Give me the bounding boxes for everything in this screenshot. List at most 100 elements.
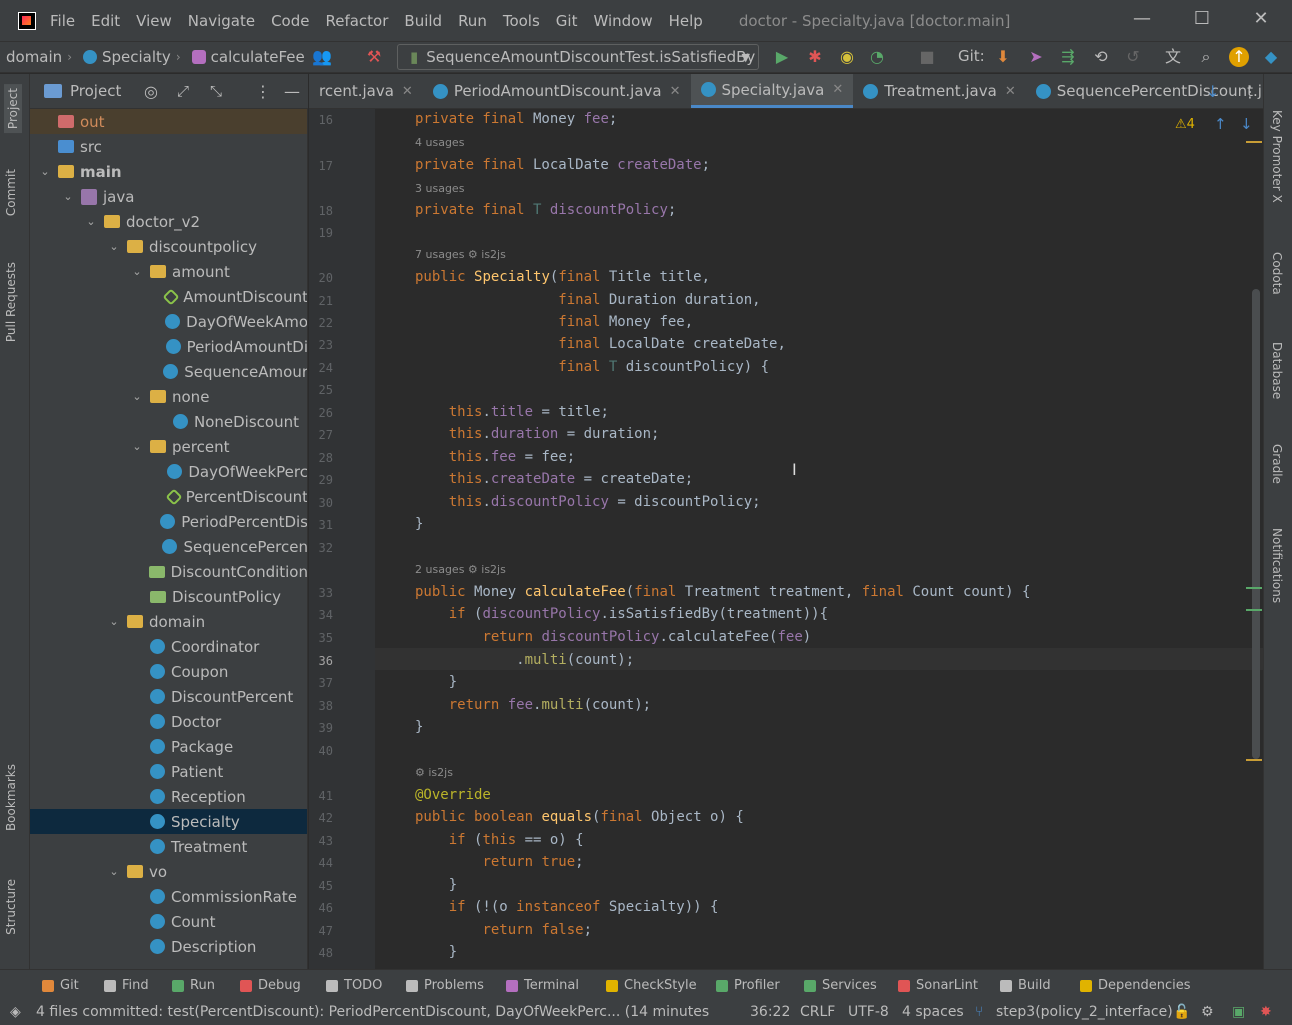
warning-indicator[interactable]: ⚠4 — [1175, 117, 1195, 132]
toolwindow-todo[interactable]: TODO — [326, 978, 382, 993]
tree-item-nonediscount[interactable]: NoneDiscount — [30, 409, 307, 434]
target-icon[interactable]: ◎ — [144, 82, 158, 101]
rollback-icon[interactable]: ↺ — [1123, 47, 1143, 67]
structure-tool-tab[interactable]: Structure — [4, 879, 18, 935]
translate-icon[interactable]: 文 — [1163, 47, 1183, 67]
toolwindow-find[interactable]: Find — [104, 978, 149, 993]
line-separator[interactable]: CRLF — [800, 1004, 835, 1020]
debug-icon[interactable]: ✱ — [805, 47, 825, 67]
tree-item-count[interactable]: Count — [30, 909, 307, 934]
settings-icon[interactable]: ⚙ — [1201, 1004, 1214, 1020]
editor-tab-periodamountdiscount-java[interactable]: PeriodAmountDiscount.java ✕ — [423, 74, 691, 108]
search-icon[interactable]: ⌕ — [1196, 47, 1216, 67]
menu-window[interactable]: Window — [593, 12, 652, 30]
tree-item-description[interactable]: Description — [30, 934, 307, 959]
tree-item-patient[interactable]: Patient — [30, 759, 307, 784]
collapse-all-icon[interactable]: ⤡ — [210, 82, 222, 100]
expand-all-icon[interactable]: ⤢ — [177, 82, 189, 100]
tree-item-commissionrate[interactable]: CommissionRate — [30, 884, 307, 909]
plugin-icon[interactable]: ◆ — [1261, 47, 1281, 67]
tree-item-percentdiscount[interactable]: PercentDiscount — [30, 484, 307, 509]
maximize-icon[interactable]: ☐ — [1190, 8, 1214, 32]
indent-setting[interactable]: 4 spaces — [902, 1004, 964, 1020]
tree-item-periodpercentdis[interactable]: PeriodPercentDis — [30, 509, 307, 534]
menu-edit[interactable]: Edit — [91, 12, 120, 30]
more-options-icon[interactable]: ⋮ — [255, 82, 271, 101]
caret-position[interactable]: 36:22 — [750, 1004, 790, 1020]
tree-item-vo[interactable]: ⌄ vo — [30, 859, 307, 884]
expand-arrow-icon[interactable]: ⌄ — [84, 215, 98, 228]
editor-tab-treatment-java[interactable]: Treatment.java ✕ — [853, 74, 1025, 108]
tree-item-doctor-v2[interactable]: ⌄ doctor_v2 — [30, 209, 307, 234]
breadcrumb-method[interactable]: calculateFee — [191, 48, 305, 66]
tree-item-coupon[interactable]: Coupon — [30, 659, 307, 684]
toolwindow-debug[interactable]: Debug — [240, 978, 301, 993]
toolwindow-services[interactable]: Services — [804, 978, 877, 993]
stop-icon[interactable]: ■ — [917, 47, 937, 67]
toolwindow-build[interactable]: Build — [1000, 978, 1051, 993]
tree-item-sequenceamour[interactable]: SequenceAmour — [30, 359, 307, 384]
lock-icon[interactable]: 🔓 — [1173, 1004, 1190, 1020]
bookmarks-tool-tab[interactable]: Bookmarks — [4, 764, 18, 831]
next-highlight-icon[interactable]: ↓ — [1240, 115, 1253, 133]
file-encoding[interactable]: UTF-8 — [848, 1004, 889, 1020]
run-configuration-select[interactable]: ▮ SequenceAmountDiscountTest.isSatisfied… — [397, 44, 759, 70]
git-branch[interactable]: step3(policy_2_interface) — [996, 1004, 1173, 1020]
hide-panel-icon[interactable]: — — [284, 82, 300, 101]
editor-scrollbar[interactable] — [1252, 289, 1260, 759]
menu-tools[interactable]: Tools — [503, 12, 540, 30]
tree-item-amount[interactable]: ⌄ amount — [30, 259, 307, 284]
breadcrumb-domain[interactable]: domain — [6, 48, 62, 66]
tree-item-java[interactable]: ⌄ java — [30, 184, 307, 209]
project-tool-tab[interactable]: Project — [4, 84, 22, 134]
menu-code[interactable]: Code — [271, 12, 309, 30]
tree-item-treatment[interactable]: Treatment — [30, 834, 307, 859]
intellij-logo-icon[interactable] — [18, 11, 36, 30]
tree-item-out[interactable]: out — [30, 109, 307, 134]
profiler-icon[interactable]: ◔ — [867, 47, 887, 67]
toolwindow-problems[interactable]: Problems — [406, 978, 484, 993]
tree-item-package[interactable]: Package — [30, 734, 307, 759]
close-tab-icon[interactable]: ✕ — [670, 84, 681, 99]
menu-build[interactable]: Build — [404, 12, 442, 30]
close-tab-icon[interactable]: ✕ — [1005, 84, 1016, 99]
menu-view[interactable]: View — [136, 12, 172, 30]
toolwindow-git[interactable]: Git — [42, 978, 79, 993]
tree-item-amountdiscount[interactable]: AmountDiscount — [30, 284, 307, 309]
tree-item-discountpolicy[interactable]: ⌄ discountpolicy — [30, 234, 307, 259]
editor-tab-sequencepercentdiscount-j[interactable]: SequencePercentDiscount.j — [1026, 74, 1272, 108]
key-promoter-tab[interactable]: Key Promoter X — [1270, 110, 1284, 203]
database-tab[interactable]: Database — [1270, 342, 1284, 399]
previous-highlight-icon[interactable]: ↑ — [1214, 115, 1227, 133]
usage-hint[interactable]: 4 usages — [415, 136, 464, 149]
code-editor[interactable]: 16 17 18 19 20 21 22 23 24 25 26 27 28 29 30 31 32 33 34 35… — [309, 109, 1263, 969]
users-icon[interactable]: 👥 — [312, 47, 332, 67]
expand-arrow-icon[interactable]: ⌄ — [38, 165, 52, 178]
tree-item-discountpercent[interactable]: DiscountPercent — [30, 684, 307, 709]
close-tab-icon[interactable]: ✕ — [402, 84, 413, 99]
tree-item-domain[interactable]: ⌄ domain — [30, 609, 307, 634]
menu-run[interactable]: Run — [458, 12, 487, 30]
expand-arrow-icon[interactable]: ⌄ — [107, 240, 121, 253]
editor-tab-specialty-java[interactable]: Specialty.java ✕ — [690, 74, 854, 108]
pull-requests-tool-tab[interactable]: Pull Requests — [4, 262, 18, 342]
toolwindow-checkstyle[interactable]: CheckStyle — [606, 978, 697, 993]
usage-hint[interactable]: 7 usages ⚙ is2js — [415, 248, 506, 261]
expand-arrow-icon[interactable]: ⌄ — [61, 190, 75, 203]
toolwindow-dependencies[interactable]: Dependencies — [1080, 978, 1191, 993]
close-window-icon[interactable]: ✕ — [1249, 8, 1273, 32]
run-icon[interactable]: ▶ — [772, 47, 792, 67]
tree-item-doctor[interactable]: Doctor — [30, 709, 307, 734]
expand-arrow-icon[interactable]: ⌄ — [130, 440, 144, 453]
menu-help[interactable]: Help — [669, 12, 703, 30]
arrow-down-icon[interactable]: ↓ — [1206, 82, 1219, 101]
tree-item-none[interactable]: ⌄ none — [30, 384, 307, 409]
tree-item-main[interactable]: ⌄ main — [30, 159, 307, 184]
minimize-icon[interactable]: — — [1130, 8, 1154, 32]
update-icon[interactable]: ↑ — [1229, 47, 1249, 67]
hammer-icon[interactable]: ⚒ — [364, 47, 384, 67]
editor-tab-rcent-java[interactable]: rcent.java ✕ — [309, 74, 423, 108]
coverage-icon[interactable]: ◉ — [837, 47, 857, 67]
expand-arrow-icon[interactable]: ⌄ — [107, 615, 121, 628]
breadcrumb-specialty[interactable]: Specialty — [83, 48, 171, 66]
